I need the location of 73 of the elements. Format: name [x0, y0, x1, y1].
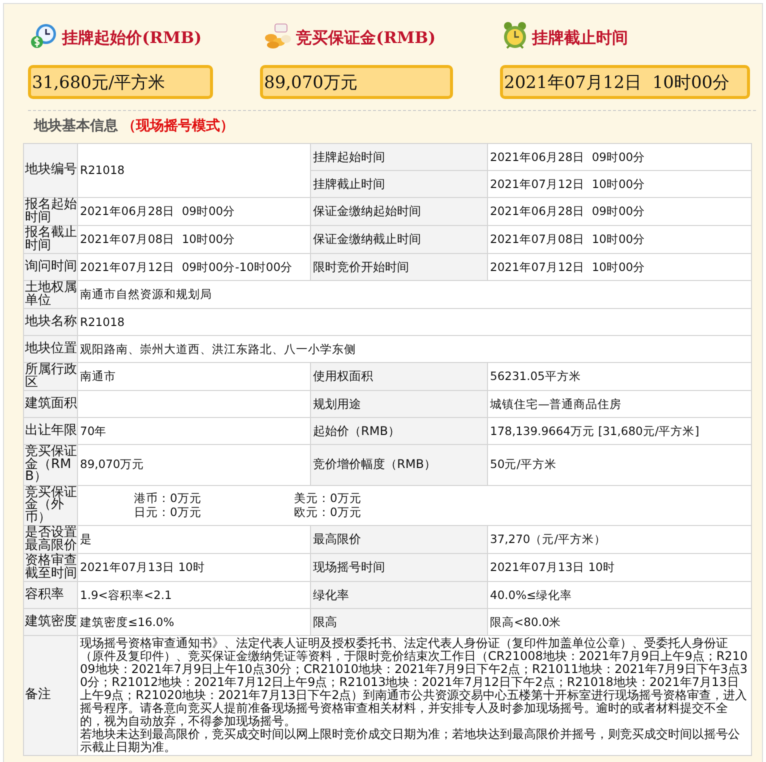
row-label: 挂牌截止时间: [310, 170, 488, 198]
row-label: 竞买保证金（外币）: [24, 485, 78, 526]
row-value: 限高<80.0米: [488, 608, 752, 636]
row-label: 是否设置最高限价: [24, 526, 78, 554]
stat-value: 2021年07月12日 10时00分: [500, 65, 750, 99]
stat-title: 竞买保证金(RMB): [296, 28, 436, 48]
row-value: 2021年07月13日 10时: [488, 554, 752, 582]
row-label: 起始价（RMB）: [310, 418, 488, 444]
row-label: 建筑密度: [24, 608, 78, 636]
row-label: 询问时间: [24, 254, 78, 280]
row-label: 现场摇号时间: [310, 554, 488, 582]
row-value: 89,070万元: [78, 444, 310, 485]
row-value: 70年: [78, 418, 310, 444]
currency-amount: 美元：0万元: [294, 491, 362, 506]
row-label: 地块名称: [24, 308, 78, 336]
clock-coin-icon: [30, 22, 58, 50]
row-label: 报名起始时间: [24, 198, 78, 226]
row-label: 保证金缴纳截止时间: [310, 226, 488, 254]
row-label: 最高限价: [310, 526, 488, 554]
currency-amount: 港币：0万元: [134, 491, 202, 506]
stat-title: 挂牌起始价(RMB): [62, 28, 202, 48]
row-value: 1.9<容积率<2.1: [78, 582, 310, 608]
row-label: 限时竞价开始时间: [310, 254, 488, 280]
mode-label: （现场摇号模式）: [122, 117, 234, 135]
row-value: 建筑密度≤16.0%: [78, 608, 310, 636]
row-label: 所属行政区: [24, 362, 78, 390]
row-value: 2021年07月12日 09时00分-10时00分: [78, 254, 310, 280]
row-value: 37,270（元/平方米）: [488, 526, 752, 554]
row-value: 178,139.9664万元 [31,680元/平方米]: [488, 418, 752, 444]
row-value: 2021年07月08日 10时00分: [488, 226, 752, 254]
alarm-clock-icon: [502, 20, 528, 50]
row-value: 城镇住宅—普通商品住房: [488, 390, 752, 418]
row-label: 地块位置: [24, 336, 78, 362]
row-label: 限高: [310, 608, 488, 636]
row-value: 南通市自然资源和规划局: [78, 280, 752, 308]
row-value: R21018: [78, 308, 752, 336]
row-value: 2021年07月08日 10时00分: [78, 226, 310, 254]
row-value: 2021年06月28日 09时00分: [78, 198, 310, 226]
row-value: 2021年06月28日 09时00分: [488, 198, 752, 226]
row-label: 使用权面积: [310, 362, 488, 390]
row-label: 地块编号: [24, 144, 78, 198]
row-label: 建筑面积: [24, 390, 78, 418]
row-label: 容积率: [24, 582, 78, 608]
row-value: 2021年07月12日 10时00分: [488, 170, 752, 198]
row-label: 竞买保证金（RMB）: [24, 444, 78, 485]
stat-value: 89,070万元: [260, 65, 453, 99]
row-value: 2021年07月12日 10时00分: [488, 254, 752, 280]
row-label: 资格审查截至时间: [24, 554, 78, 582]
row-value: 2021年07月13日 10时: [78, 554, 310, 582]
row-label: 保证金缴纳起始时间: [310, 198, 488, 226]
section-title: 地块基本信息: [34, 117, 118, 135]
remark-text: 若地块未达到最高限价，竞买成交时间以网上限时竞价成交日期为准；若地块达到最高限价并摇号，则竞买成交时间以摇号公示截止日期为准。: [80, 728, 741, 754]
remark-text: 现场摇号资格审查通知书》、法定代表人证明及授权委托书、法定代表人身份证（复印件加盖单位公章）、受委托人身份证（原件及复印件）、竞买保证金缴纳凭证等资料，于限时竞价结束次工作日（CR21008地块：2021年7月9日上午9点；R21009地块：2021年7月9日上午10点30分；CR21010地块：2021年7月9日下午2点；R21011地块：2021年7月9日下午3点30分；R21012地块：2021年7月12日上午9点；R21013地块：2021年7月12日下午2点；R21018地块：2021年7月13日上午9点；R21020地块：2021年7月13日下午2点）到南通市公共资源交易中心五楼第十开标室进行现场摇号资格审查，进入摇号程序。请各意向竞买人提前准备现场摇号资格审查相关材料，并安排专人及时参加现场摇号。逾时的或者材料提交不全的，视为自动放弃，不得参加现场摇号。: [80, 637, 749, 728]
coins-icon: [262, 22, 292, 50]
row-value: 56231.05平方米: [488, 362, 752, 390]
row-label: 出让年限: [24, 418, 78, 444]
row-label: 备注: [24, 636, 78, 756]
row-label: 绿化率: [310, 582, 488, 608]
row-label: 土地权属单位: [24, 280, 78, 308]
stat-value: 31,680元/平方米: [28, 65, 213, 99]
stat-title: 挂牌截止时间: [532, 28, 628, 48]
currency-amount: 欧元：0万元: [294, 505, 362, 520]
row-value: 南通市: [78, 362, 310, 390]
row-value: 50元/平方米: [488, 444, 752, 485]
row-label: 挂牌起始时间: [310, 144, 488, 170]
currency-amount: 日元：0万元: [134, 505, 202, 520]
row-value: 40.0%≤绿化率: [488, 582, 752, 608]
row-label: 规划用途: [310, 390, 488, 418]
row-value: R21018: [78, 144, 310, 198]
row-value: 2021年06月28日 09时00分: [488, 144, 752, 170]
row-label: 报名截止时间: [24, 226, 78, 254]
row-value: 是: [78, 526, 310, 554]
row-label: 竞价增价幅度（RMB）: [310, 444, 488, 485]
